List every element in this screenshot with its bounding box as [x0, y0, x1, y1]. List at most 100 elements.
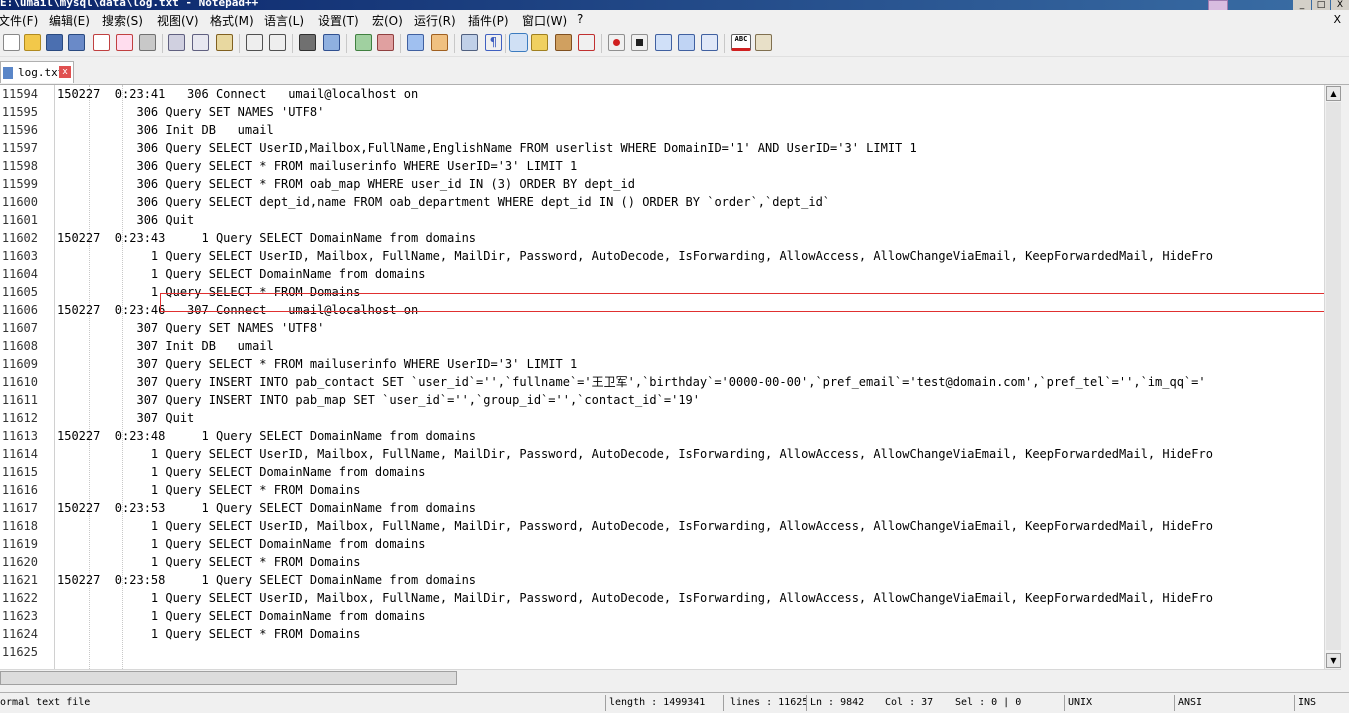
editor-line[interactable]: 11623 1 Query SELECT DomainName from dom… — [0, 607, 1324, 625]
sync-vertical-icon[interactable] — [407, 34, 424, 51]
editor-line[interactable]: 11608 307 Init DB umail — [0, 337, 1324, 355]
spell-check-icon[interactable]: ABC — [731, 34, 751, 51]
close-all-icon[interactable] — [116, 34, 133, 51]
line-text[interactable]: 1 Query SELECT DomainName from domains — [57, 535, 426, 553]
editor-line[interactable]: 11613 150227 0:23:48 1 Query SELECT Domai… — [0, 427, 1324, 445]
line-text[interactable]: 306 Query SELECT UserID,Mailbox,FullName… — [57, 139, 916, 157]
line-text[interactable]: 306 Quit — [57, 211, 194, 229]
menu-edit[interactable]: 编辑(E) — [49, 12, 90, 29]
menu-file[interactable]: 文件(F) — [0, 12, 38, 29]
editor-line[interactable]: 11617 150227 0:23:53 1 Query SELECT Domai… — [0, 499, 1324, 517]
redo-icon[interactable] — [269, 34, 286, 51]
editor-line[interactable]: 11621 150227 0:23:58 1 Query SELECT Domai… — [0, 571, 1324, 589]
play-macro-icon[interactable] — [655, 34, 672, 51]
menu-help[interactable]: ? — [577, 12, 583, 26]
menu-window[interactable]: 窗口(W) — [522, 12, 567, 29]
menu-search[interactable]: 搜索(S) — [102, 12, 143, 29]
line-text[interactable]: 1 Query SELECT * FROM Domains — [57, 283, 361, 301]
close-document-icon[interactable]: X — [1333, 13, 1341, 26]
show-all-chars-icon[interactable]: ¶ — [485, 34, 502, 51]
line-text[interactable]: 307 Query INSERT INTO pab_map SET `user_… — [57, 391, 700, 409]
editor-area[interactable]: 11594 150227 0:23:41 306 Connect umail@lo… — [0, 85, 1324, 669]
editor-line[interactable]: 11599 306 Query SELECT * FROM oab_map WH… — [0, 175, 1324, 193]
line-text[interactable]: 1 Query SELECT * FROM Domains — [57, 625, 361, 643]
line-text[interactable]: 307 Quit — [57, 409, 194, 427]
status-eol[interactable]: UNIX — [1064, 695, 1174, 711]
line-text[interactable]: 150227 0:23:46 307 Connect umail@localho… — [57, 301, 418, 319]
editor-line[interactable]: 11614 1 Query SELECT UserID, Mailbox, Fu… — [0, 445, 1324, 463]
editor-line[interactable]: 11624 1 Query SELECT * FROM Domains — [0, 625, 1324, 643]
line-text[interactable]: 307 Init DB umail — [57, 337, 273, 355]
editor-line[interactable]: 11619 1 Query SELECT DomainName from dom… — [0, 535, 1324, 553]
vertical-scrollbar[interactable]: ▲ ▼ — [1324, 85, 1342, 669]
record-macro-icon[interactable] — [608, 34, 625, 51]
zoom-out-icon[interactable] — [377, 34, 394, 51]
line-text[interactable]: 1 Query SELECT * FROM Domains — [57, 481, 361, 499]
line-text[interactable]: 307 Query SET NAMES 'UTF8' — [57, 319, 324, 337]
line-text[interactable]: 306 Query SELECT * FROM oab_map WHERE us… — [57, 175, 635, 193]
editor-line[interactable]: 11606 150227 0:23:46 307 Connect umail@lo… — [0, 301, 1324, 319]
line-text[interactable]: 307 Query INSERT INTO pab_contact SET `u… — [57, 373, 1205, 391]
line-text[interactable]: 306 Query SELECT * FROM mailuserinfo WHE… — [57, 157, 577, 175]
editor-line[interactable]: 11601 306 Quit — [0, 211, 1324, 229]
print-icon[interactable] — [139, 34, 156, 51]
horizontal-scroll-thumb[interactable] — [0, 671, 457, 685]
line-text[interactable]: 1 Query SELECT DomainName from domains — [57, 463, 426, 481]
editor-line[interactable]: 11607 307 Query SET NAMES 'UTF8' — [0, 319, 1324, 337]
run-macro-multiple-icon[interactable] — [678, 34, 695, 51]
line-text[interactable]: 306 Query SELECT dept_id,name FROM oab_d… — [57, 193, 830, 211]
save-all-icon[interactable] — [68, 34, 85, 51]
html-tag-icon[interactable] — [755, 34, 772, 51]
new-file-icon[interactable] — [3, 34, 20, 51]
find-icon[interactable] — [299, 34, 316, 51]
close-window-button[interactable]: X — [1331, 0, 1349, 10]
line-text[interactable]: 307 Query SELECT * FROM mailuserinfo WHE… — [57, 355, 577, 373]
menu-run[interactable]: 运行(R) — [414, 12, 456, 29]
maximize-button[interactable]: □ — [1312, 0, 1330, 10]
undo-icon[interactable] — [246, 34, 263, 51]
minimize-button[interactable]: _ — [1293, 0, 1311, 10]
line-text[interactable]: 1 Query SELECT UserID, Mailbox, FullName… — [57, 247, 1213, 265]
line-text[interactable]: 306 Query SET NAMES 'UTF8' — [57, 103, 324, 121]
zoom-in-icon[interactable] — [355, 34, 372, 51]
paste-icon[interactable] — [216, 34, 233, 51]
menu-format[interactable]: 格式(M) — [210, 12, 254, 29]
folder-as-workspace-icon[interactable] — [531, 34, 548, 51]
line-text[interactable]: 1 Query SELECT UserID, Mailbox, FullName… — [57, 517, 1213, 535]
editor-line[interactable]: 11596 306 Init DB umail — [0, 121, 1324, 139]
replace-icon[interactable] — [323, 34, 340, 51]
cut-icon[interactable] — [168, 34, 185, 51]
line-text[interactable]: 150227 0:23:43 1 Query SELECT DomainName… — [57, 229, 476, 247]
save-macro-icon[interactable] — [701, 34, 718, 51]
menu-language[interactable]: 语言(L) — [264, 12, 304, 29]
editor-line[interactable]: 11603 1 Query SELECT UserID, Mailbox, Fu… — [0, 247, 1324, 265]
scroll-down-icon[interactable]: ▼ — [1326, 653, 1341, 668]
menu-view[interactable]: 视图(V) — [157, 12, 199, 29]
line-text[interactable]: 1 Query SELECT * FROM Domains — [57, 553, 361, 571]
copy-icon[interactable] — [192, 34, 209, 51]
scroll-up-icon[interactable]: ▲ — [1326, 86, 1341, 101]
function-list-icon[interactable] — [578, 34, 595, 51]
editor-line[interactable]: 11602 150227 0:23:43 1 Query SELECT Domai… — [0, 229, 1324, 247]
line-text[interactable]: 1 Query SELECT DomainName from domains — [57, 265, 426, 283]
editor-line[interactable]: 11622 1 Query SELECT UserID, Mailbox, Fu… — [0, 589, 1324, 607]
editor-line[interactable]: 11615 1 Query SELECT DomainName from dom… — [0, 463, 1324, 481]
line-text[interactable]: 150227 0:23:41 306 Connect umail@localho… — [57, 85, 418, 103]
editor-line[interactable]: 11611 307 Query INSERT INTO pab_map SET … — [0, 391, 1324, 409]
line-text[interactable]: 150227 0:23:58 1 Query SELECT DomainName… — [57, 571, 476, 589]
close-icon[interactable] — [93, 34, 110, 51]
editor-line[interactable]: 11609 307 Query SELECT * FROM mailuserin… — [0, 355, 1324, 373]
indent-guide-icon[interactable] — [509, 33, 528, 52]
line-text[interactable]: 1 Query SELECT DomainName from domains — [57, 607, 426, 625]
editor-line[interactable]: 11595 306 Query SET NAMES 'UTF8' — [0, 103, 1324, 121]
line-text[interactable]: 150227 0:23:53 1 Query SELECT DomainName… — [57, 499, 476, 517]
editor-line[interactable]: 11616 1 Query SELECT * FROM Domains — [0, 481, 1324, 499]
status-encoding[interactable]: ANSI — [1174, 695, 1294, 711]
menu-macro[interactable]: 宏(O) — [372, 12, 403, 29]
tab-close-icon[interactable]: x — [59, 66, 71, 78]
editor-line[interactable]: 11605 1 Query SELECT * FROM Domains — [0, 283, 1324, 301]
editor-line[interactable]: 11610 307 Query INSERT INTO pab_contact … — [0, 373, 1324, 391]
line-text[interactable]: 150227 0:23:48 1 Query SELECT DomainName… — [57, 427, 476, 445]
menu-settings[interactable]: 设置(T) — [318, 12, 359, 29]
sync-horizontal-icon[interactable] — [431, 34, 448, 51]
